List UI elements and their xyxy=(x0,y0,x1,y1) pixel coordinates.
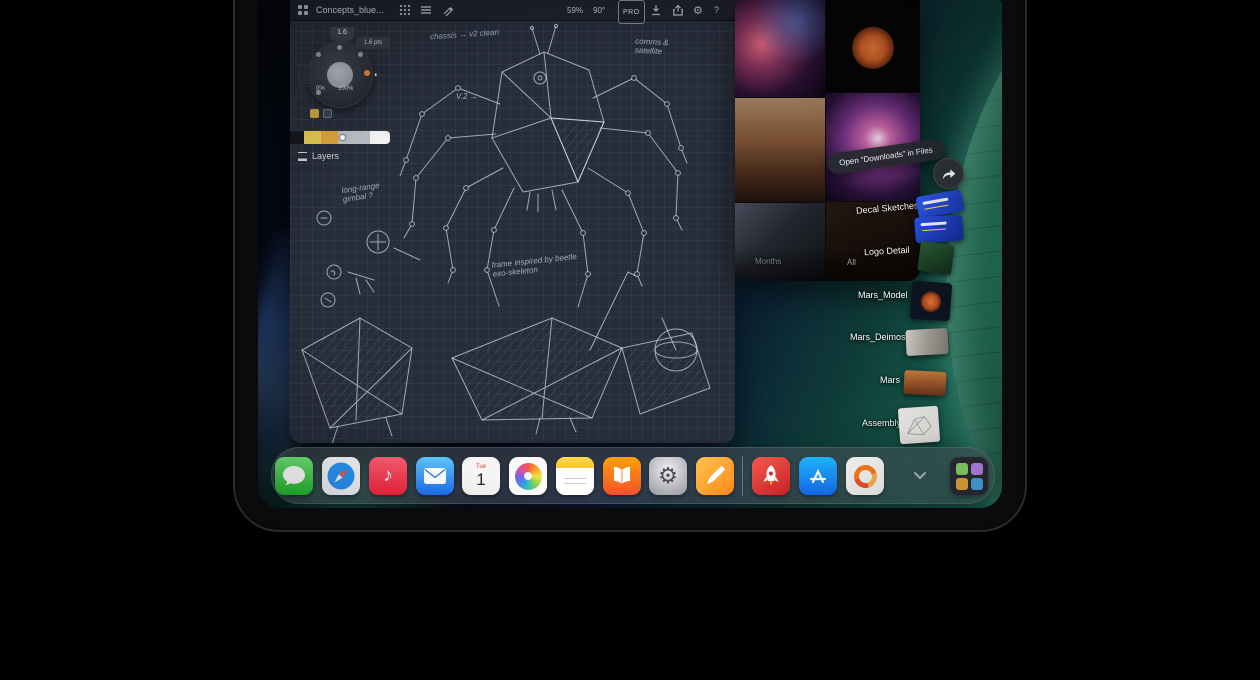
photo-thumbnail-mars-desert[interactable] xyxy=(735,98,825,202)
document-title[interactable]: Concepts_blue... xyxy=(316,0,384,20)
photo-thumbnail-spacecraft[interactable] xyxy=(735,203,825,281)
drag-item-label[interactable]: Mars_Deimos xyxy=(850,332,906,342)
settings-gear-icon[interactable]: ⚙ xyxy=(693,0,703,20)
dock-app-safari[interactable] xyxy=(322,457,360,495)
swatch-white[interactable] xyxy=(370,131,390,144)
drag-item-label[interactable]: Assembly xyxy=(862,418,901,428)
tab-all[interactable]: All xyxy=(847,258,856,267)
stroke-size-chip[interactable]: 1.6 pts xyxy=(356,37,390,49)
ipad-screen: chassis → v2 clean comms & satellite V.2… xyxy=(258,0,1002,508)
calendar-day: 1 xyxy=(476,471,485,488)
pencil-icon xyxy=(696,457,734,495)
browser-ring-icon xyxy=(849,460,880,491)
drag-thumb-mars-deimos[interactable] xyxy=(905,328,948,356)
photo-thumbnail-mars-planet[interactable] xyxy=(826,0,920,92)
app-grid-icon[interactable] xyxy=(297,0,309,20)
dock-app-mail[interactable] xyxy=(416,457,454,495)
dock-app-photos[interactable] xyxy=(509,457,547,495)
drag-thumb-decal-2[interactable] xyxy=(914,214,964,243)
opacity-max-label: 100% xyxy=(338,86,353,92)
rocket-icon xyxy=(758,463,784,489)
tool-wheel-knob[interactable] xyxy=(327,62,353,88)
canvas-annotation: V.2 → xyxy=(456,92,478,101)
tool-wheel[interactable] xyxy=(307,42,373,108)
dock-expand-chevron[interactable] xyxy=(911,467,929,483)
layers-button[interactable]: Layers xyxy=(298,151,339,161)
appstore-a-icon xyxy=(804,462,832,490)
page-background: chassis → v2 clean comms & satellite V.2… xyxy=(0,0,1260,680)
menu-icon[interactable] xyxy=(420,0,432,20)
chevron-down-icon xyxy=(913,471,927,480)
app-library-grid-icon xyxy=(956,463,983,490)
concepts-app-window: chassis → v2 clean comms & satellite V.2… xyxy=(290,0,735,443)
settings-gear-glyph-icon: ⚙ xyxy=(658,465,678,487)
drag-thumb-assembly[interactable] xyxy=(898,406,940,445)
tab-months[interactable]: Months xyxy=(755,257,781,266)
dock-app-settings[interactable]: ⚙ xyxy=(649,457,687,495)
drag-forward-badge xyxy=(933,158,964,189)
dock-app-appstore[interactable] xyxy=(799,457,837,495)
opacity-min-label: 0% xyxy=(316,86,325,92)
drag-item-label[interactable]: Mars_Model xyxy=(858,290,908,300)
notes-lines-icon xyxy=(564,474,586,488)
pro-badge[interactable]: PRO xyxy=(618,0,645,24)
tool-dot[interactable] xyxy=(316,52,321,57)
photos-app-window: Months All xyxy=(735,0,920,281)
drag-thumb-mars-model[interactable] xyxy=(910,281,953,322)
ipad-device-frame: chassis → v2 clean comms & satellite V.2… xyxy=(233,0,1027,532)
wallpaper-planet xyxy=(946,0,1002,508)
dock-app-notes[interactable] xyxy=(556,457,594,495)
share-icon[interactable] xyxy=(672,0,684,20)
layers-icon xyxy=(298,152,307,161)
nine-dot-grid-icon[interactable] xyxy=(399,0,411,20)
tool-chips[interactable] xyxy=(310,109,332,118)
color-chip-icon[interactable] xyxy=(310,109,319,118)
music-note-icon: ♪ xyxy=(383,465,393,487)
dock-app-rocket[interactable] xyxy=(752,457,790,495)
contrast-icon[interactable]: ◐ xyxy=(374,70,379,79)
concepts-toolbar: Concepts_blue... 59% 90° PRO xyxy=(290,0,735,21)
dock-app-browser[interactable] xyxy=(846,457,884,495)
dock-divider xyxy=(742,456,743,496)
dock-app-books[interactable] xyxy=(603,457,641,495)
swatch-yellow[interactable] xyxy=(304,131,321,144)
layers-label: Layers xyxy=(312,151,339,161)
dock-app-music[interactable]: ♪ xyxy=(369,457,407,495)
forward-arrow-icon xyxy=(941,167,957,181)
drag-thumb-mars[interactable] xyxy=(903,370,946,396)
drag-item-label[interactable]: Mars xyxy=(880,375,900,385)
tool-dot[interactable] xyxy=(358,52,363,57)
mail-envelope-icon xyxy=(423,467,447,485)
canvas-annotation: comms & satellite xyxy=(635,37,692,58)
dock-app-draw[interactable] xyxy=(696,457,734,495)
photos-flower-icon xyxy=(515,463,542,490)
grid-chip-icon[interactable] xyxy=(323,109,332,118)
import-icon[interactable] xyxy=(650,0,662,20)
active-tool-dot[interactable] xyxy=(364,70,370,76)
swatch-marker xyxy=(340,135,345,140)
pen-tool-icon[interactable] xyxy=(442,0,454,20)
photo-thumbnail-nebula[interactable] xyxy=(735,0,825,97)
help-button[interactable]: ? xyxy=(714,0,719,20)
zoom-level[interactable]: 59% xyxy=(567,0,583,20)
wheel-side-button[interactable] xyxy=(298,64,311,84)
swatch-dark[interactable] xyxy=(290,131,304,144)
dock-app-library[interactable] xyxy=(950,457,988,495)
drag-thumb-logo[interactable] xyxy=(917,241,955,275)
swatch-amber[interactable] xyxy=(321,131,338,144)
books-open-book-icon xyxy=(610,465,634,487)
messages-bubble-icon xyxy=(282,465,306,487)
notes-strip-icon xyxy=(556,457,594,468)
safari-compass-icon xyxy=(326,461,356,491)
tool-dot[interactable] xyxy=(337,45,342,50)
rotation-angle[interactable]: 90° xyxy=(593,0,605,20)
dock-app-messages[interactable] xyxy=(275,457,313,495)
dock-app-calendar[interactable]: Tue 1 xyxy=(462,457,500,495)
